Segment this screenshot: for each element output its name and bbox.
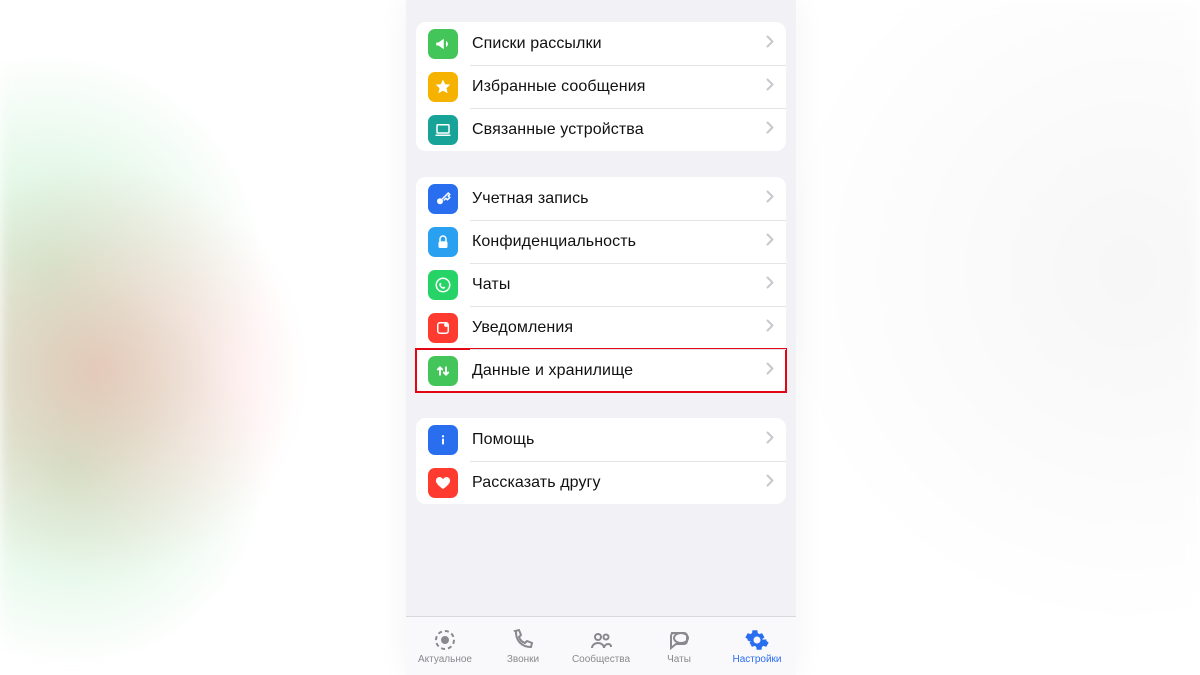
phone-screen: Списки рассылки Избранные сообщения Связан… [406,0,796,675]
row-label: Чаты [472,276,766,294]
star-icon [428,72,458,102]
chevron-right-icon [766,78,774,96]
key-icon [428,184,458,214]
tab-chats-tab[interactable]: Чаты [640,617,718,675]
row-label: Связанные устройства [472,121,766,139]
megaphone-icon [428,29,458,59]
row-broadcast[interactable]: Списки рассылки [416,22,786,65]
laptop-icon [428,115,458,145]
settings-group: Учетная запись Конфиденциальность Чаты Увед… [416,177,786,392]
chat-icon [667,628,691,652]
tab-bar: Актуальное Звонки Сообщества Чаты Настройки [406,616,796,675]
chevron-right-icon [766,474,774,492]
chevron-right-icon [766,233,774,251]
lock-icon [428,227,458,257]
group-icon [589,628,613,652]
bell-icon [428,313,458,343]
chevron-right-icon [766,35,774,53]
tab-label: Актуальное [418,654,472,665]
chevron-right-icon [766,276,774,294]
row-label: Рассказать другу [472,474,766,492]
row-privacy[interactable]: Конфиденциальность [416,220,786,263]
row-label: Уведомления [472,319,766,337]
row-storage[interactable]: Данные и хранилище [416,349,786,392]
row-linked[interactable]: Связанные устройства [416,108,786,151]
tab-settings[interactable]: Настройки [718,617,796,675]
status-icon [433,628,457,652]
phone-icon [511,628,535,652]
tab-calls[interactable]: Звонки [484,617,562,675]
row-account[interactable]: Учетная запись [416,177,786,220]
settings-group: Списки рассылки Избранные сообщения Связан… [416,22,786,151]
tab-label: Звонки [507,654,539,665]
row-label: Конфиденциальность [472,233,766,251]
row-starred[interactable]: Избранные сообщения [416,65,786,108]
tab-label: Чаты [667,654,691,665]
chevron-right-icon [766,431,774,449]
row-help[interactable]: Помощь [416,418,786,461]
row-notifications[interactable]: Уведомления [416,306,786,349]
chevron-right-icon [766,319,774,337]
info-icon [428,425,458,455]
row-label: Избранные сообщения [472,78,766,96]
row-label: Данные и хранилище [472,362,766,380]
settings-list: Списки рассылки Избранные сообщения Связан… [406,0,796,617]
tab-label: Сообщества [572,654,630,665]
tab-communities[interactable]: Сообщества [562,617,640,675]
wa-icon [428,270,458,300]
chevron-right-icon [766,362,774,380]
tab-updates[interactable]: Актуальное [406,617,484,675]
updown-icon [428,356,458,386]
chevron-right-icon [766,121,774,139]
heart-icon [428,468,458,498]
chevron-right-icon [766,190,774,208]
row-label: Списки рассылки [472,35,766,53]
row-label: Учетная запись [472,190,766,208]
row-label: Помощь [472,431,766,449]
row-tell[interactable]: Рассказать другу [416,461,786,504]
row-chats[interactable]: Чаты [416,263,786,306]
gear-icon [745,628,769,652]
tab-label: Настройки [732,654,781,665]
settings-group: Помощь Рассказать другу [416,418,786,504]
